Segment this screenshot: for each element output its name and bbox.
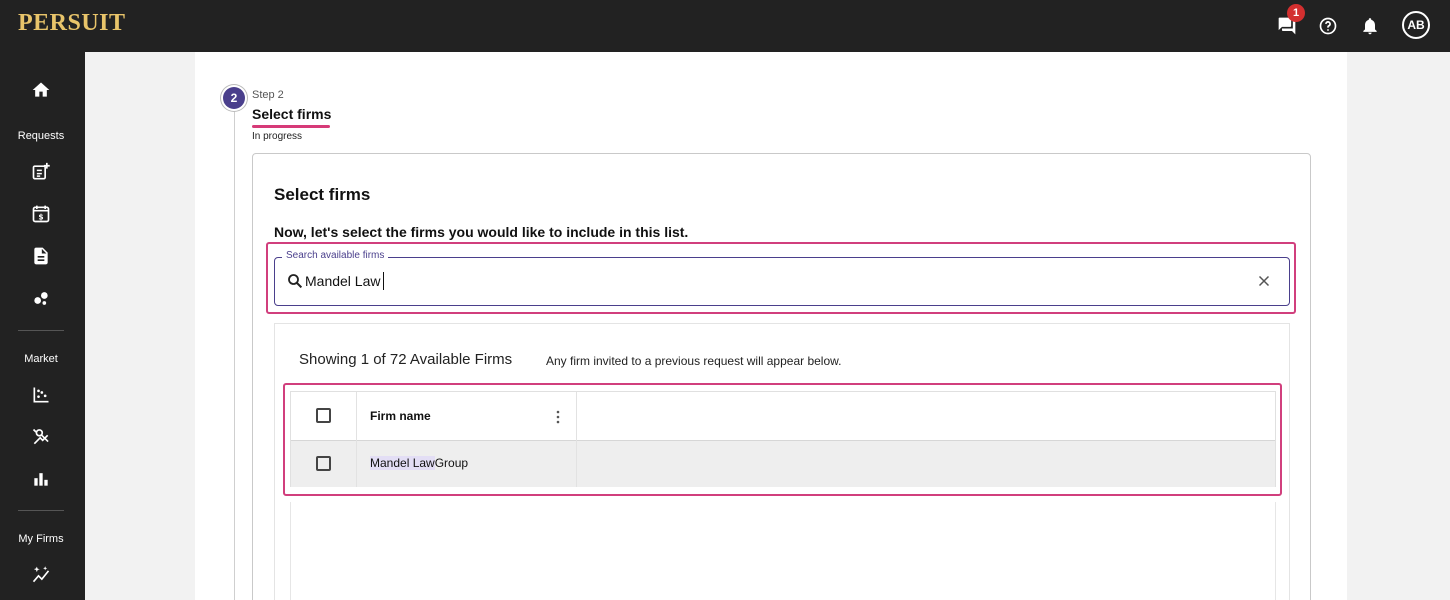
select-all-checkbox[interactable] bbox=[316, 408, 331, 423]
sidebar-section-my-firms: My Firms bbox=[18, 533, 64, 545]
column-divider bbox=[576, 441, 577, 487]
document-icon[interactable] bbox=[28, 243, 54, 269]
sparkle-icon[interactable] bbox=[28, 562, 54, 588]
step-status: In progress bbox=[252, 131, 303, 142]
wizard-panel: 2 Step 2 Select firms In progress Select… bbox=[195, 52, 1347, 600]
column-divider bbox=[576, 392, 577, 441]
sidebar-nav: Requests $ Market My Firms bbox=[0, 52, 85, 600]
step-number-indicator: 2 bbox=[223, 87, 245, 109]
column-divider bbox=[356, 392, 357, 441]
column-header-firm-name[interactable]: Firm name bbox=[370, 409, 431, 423]
bar-chart-icon[interactable] bbox=[28, 466, 54, 492]
results-count: Showing 1 of 72 Available Firms bbox=[299, 351, 513, 368]
analytics-icon[interactable] bbox=[28, 424, 54, 450]
results-panel: Showing 1 of 72 Available Firms Any firm… bbox=[274, 323, 1290, 600]
notification-badge: 1 bbox=[1287, 4, 1305, 22]
home-icon[interactable] bbox=[28, 77, 54, 103]
workflow-icon[interactable] bbox=[28, 285, 54, 311]
step-label: Step 2 bbox=[252, 89, 284, 101]
row-checkbox[interactable] bbox=[316, 456, 331, 471]
table-header-row: Firm name bbox=[291, 392, 1275, 441]
search-icon bbox=[286, 272, 304, 290]
firm-name-rest: Group bbox=[434, 456, 469, 470]
search-input[interactable] bbox=[305, 270, 1205, 292]
step-active-underline bbox=[252, 125, 330, 128]
table-row[interactable]: Mandel LawGroup bbox=[291, 441, 1275, 487]
results-note: Any firm invited to a previous request w… bbox=[546, 354, 842, 368]
text-cursor bbox=[383, 272, 384, 290]
sidebar-divider bbox=[18, 330, 64, 331]
clear-search-icon[interactable] bbox=[1255, 272, 1273, 290]
user-avatar[interactable]: AB bbox=[1402, 11, 1430, 39]
main-content: 2 Step 2 Select firms In progress Select… bbox=[85, 52, 1450, 600]
help-icon[interactable] bbox=[1315, 13, 1341, 39]
column-menu-icon[interactable] bbox=[554, 409, 562, 425]
firm-name-cell[interactable]: Mandel LawGroup bbox=[370, 456, 468, 470]
sidebar-section-requests: Requests bbox=[17, 130, 65, 142]
step-title[interactable]: Select firms bbox=[252, 106, 331, 122]
bell-icon[interactable] bbox=[1357, 13, 1383, 39]
sidebar-section-market: Market bbox=[24, 353, 58, 365]
table-empty-area bbox=[290, 502, 1276, 600]
top-bar: PERSUIT 1 AB bbox=[0, 0, 1450, 52]
svg-text:$: $ bbox=[38, 212, 43, 221]
search-match-highlight: Mandel Law bbox=[370, 456, 435, 470]
new-request-icon[interactable] bbox=[28, 159, 54, 185]
card-title: Select firms bbox=[274, 185, 371, 204]
column-divider bbox=[356, 441, 357, 487]
search-field-label: Search available firms bbox=[282, 250, 389, 261]
persuit-logo[interactable]: PERSUIT bbox=[18, 10, 126, 37]
sidebar-divider bbox=[18, 510, 64, 511]
scatter-chart-icon[interactable] bbox=[28, 382, 54, 408]
card-subtitle: Now, let's select the firms you would li… bbox=[274, 224, 689, 240]
stepper-line bbox=[234, 108, 235, 600]
pricing-calendar-icon[interactable]: $ bbox=[28, 201, 54, 227]
select-firms-card: Select firms Now, let's select the firms… bbox=[252, 153, 1311, 600]
firms-table: Firm name Mandel LawGroup bbox=[290, 391, 1276, 487]
